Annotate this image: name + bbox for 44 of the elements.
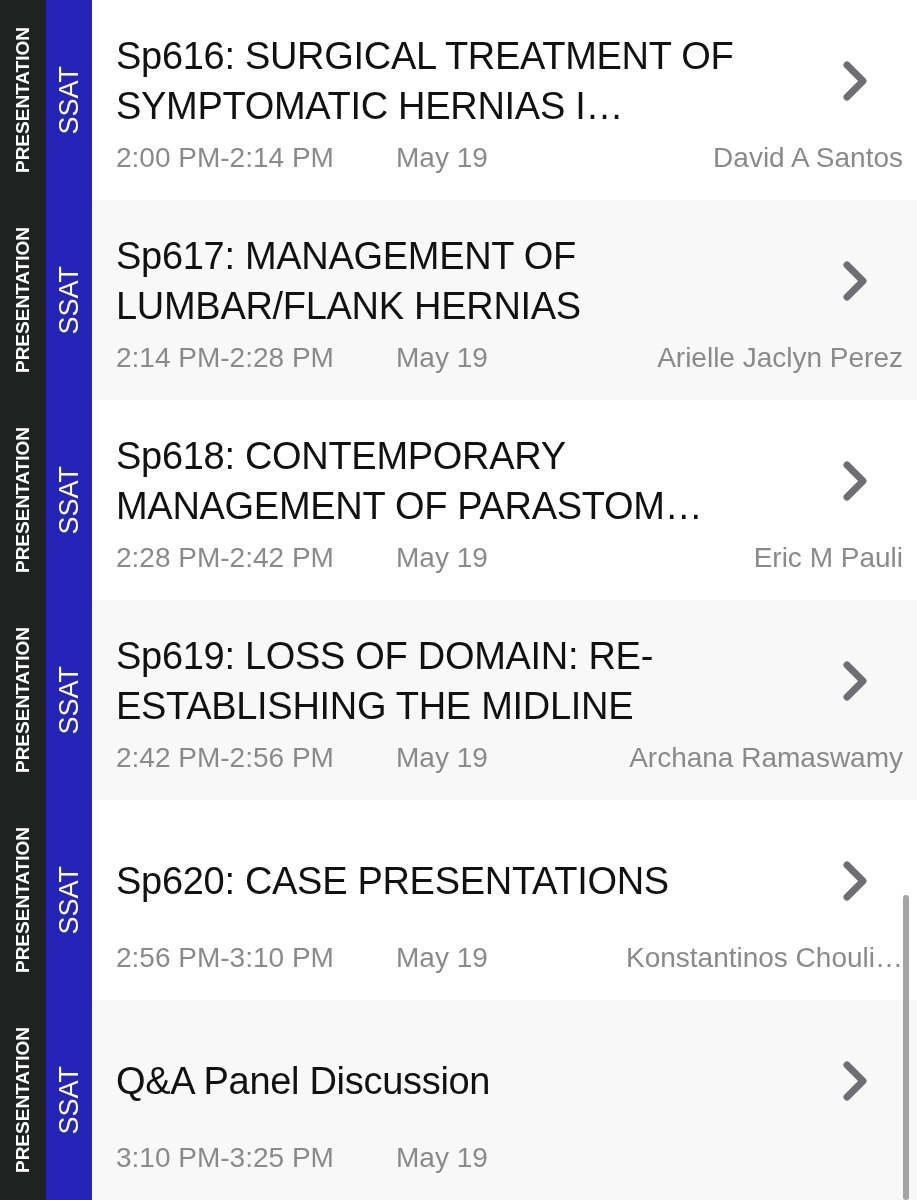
speaker-name: Konstantinos Chouli… — [625, 942, 903, 974]
speaker-name: David A Santos — [713, 142, 903, 174]
session-time: 2:56 PM-3:10 PM — [116, 942, 335, 974]
session-date: May 19 — [396, 542, 488, 574]
chevron-right-icon — [841, 659, 869, 703]
session-row[interactable]: PRESENTATION SSAT Q&A Panel Discussion 3:10 PM-3:25 PM May 19 — [0, 1000, 917, 1200]
society-label: SSAT — [53, 265, 85, 335]
session-title: Sp619: LOSS OF DOMAIN: RE-ESTABLISHING THE MIDLINE — [116, 634, 655, 729]
scrollbar[interactable] — [903, 895, 909, 1200]
chevron-right-icon — [841, 59, 869, 103]
session-title: Q&A Panel Discussion — [116, 1059, 492, 1104]
society-label: SSAT — [53, 1065, 85, 1135]
session-title: Sp618: CONTEMPORARY MANAGEMENT OF PARASTOM… — [116, 434, 704, 529]
session-type-label: PRESENTATION — [12, 827, 34, 973]
session-time: 3:10 PM-3:25 PM — [116, 1142, 335, 1174]
chevron-right-icon — [841, 259, 869, 303]
session-type-label: PRESENTATION — [12, 27, 34, 173]
society-label: SSAT — [53, 465, 85, 535]
session-date: May 19 — [396, 942, 488, 974]
session-date: May 19 — [396, 142, 488, 174]
speaker-name: Arielle Jaclyn Perez — [657, 342, 903, 374]
session-time: 2:00 PM-2:14 PM — [116, 142, 335, 174]
chevron-right-icon — [841, 459, 869, 503]
chevron-right-icon — [841, 1059, 869, 1103]
session-date: May 19 — [396, 742, 488, 774]
chevron-right-icon — [841, 859, 869, 903]
session-time: 2:14 PM-2:28 PM — [116, 342, 335, 374]
session-title: Sp616: SURGICAL TREATMENT OF SYMPTOMATIC HERNIAS I… — [116, 34, 735, 129]
session-type-label: PRESENTATION — [12, 1027, 34, 1173]
speaker-name: Archana Ramaswamy — [629, 742, 903, 774]
society-label: SSAT — [53, 65, 85, 135]
session-row[interactable]: PRESENTATION SSAT Sp619: LOSS OF DOMAIN: RE-ESTABLISHING THE MIDLINE 2:42 PM-2:56 PM May 19 Archana Ramaswamy — [0, 600, 917, 800]
session-title: Sp620: CASE PRESENTATIONS — [116, 859, 670, 904]
session-time: 2:42 PM-2:56 PM — [116, 742, 335, 774]
society-label: SSAT — [53, 865, 85, 935]
session-date: May 19 — [396, 342, 488, 374]
session-title: Sp617: MANAGEMENT OF LUMBAR/FLANK HERNIAS — [116, 234, 582, 329]
session-type-label: PRESENTATION — [12, 627, 34, 773]
society-label: SSAT — [53, 665, 85, 735]
session-type-label: PRESENTATION — [12, 427, 34, 573]
speaker-name: Eric M Pauli — [753, 542, 903, 574]
session-type-label: PRESENTATION — [12, 227, 34, 373]
session-time: 2:28 PM-2:42 PM — [116, 542, 335, 574]
session-date: May 19 — [396, 1142, 488, 1174]
